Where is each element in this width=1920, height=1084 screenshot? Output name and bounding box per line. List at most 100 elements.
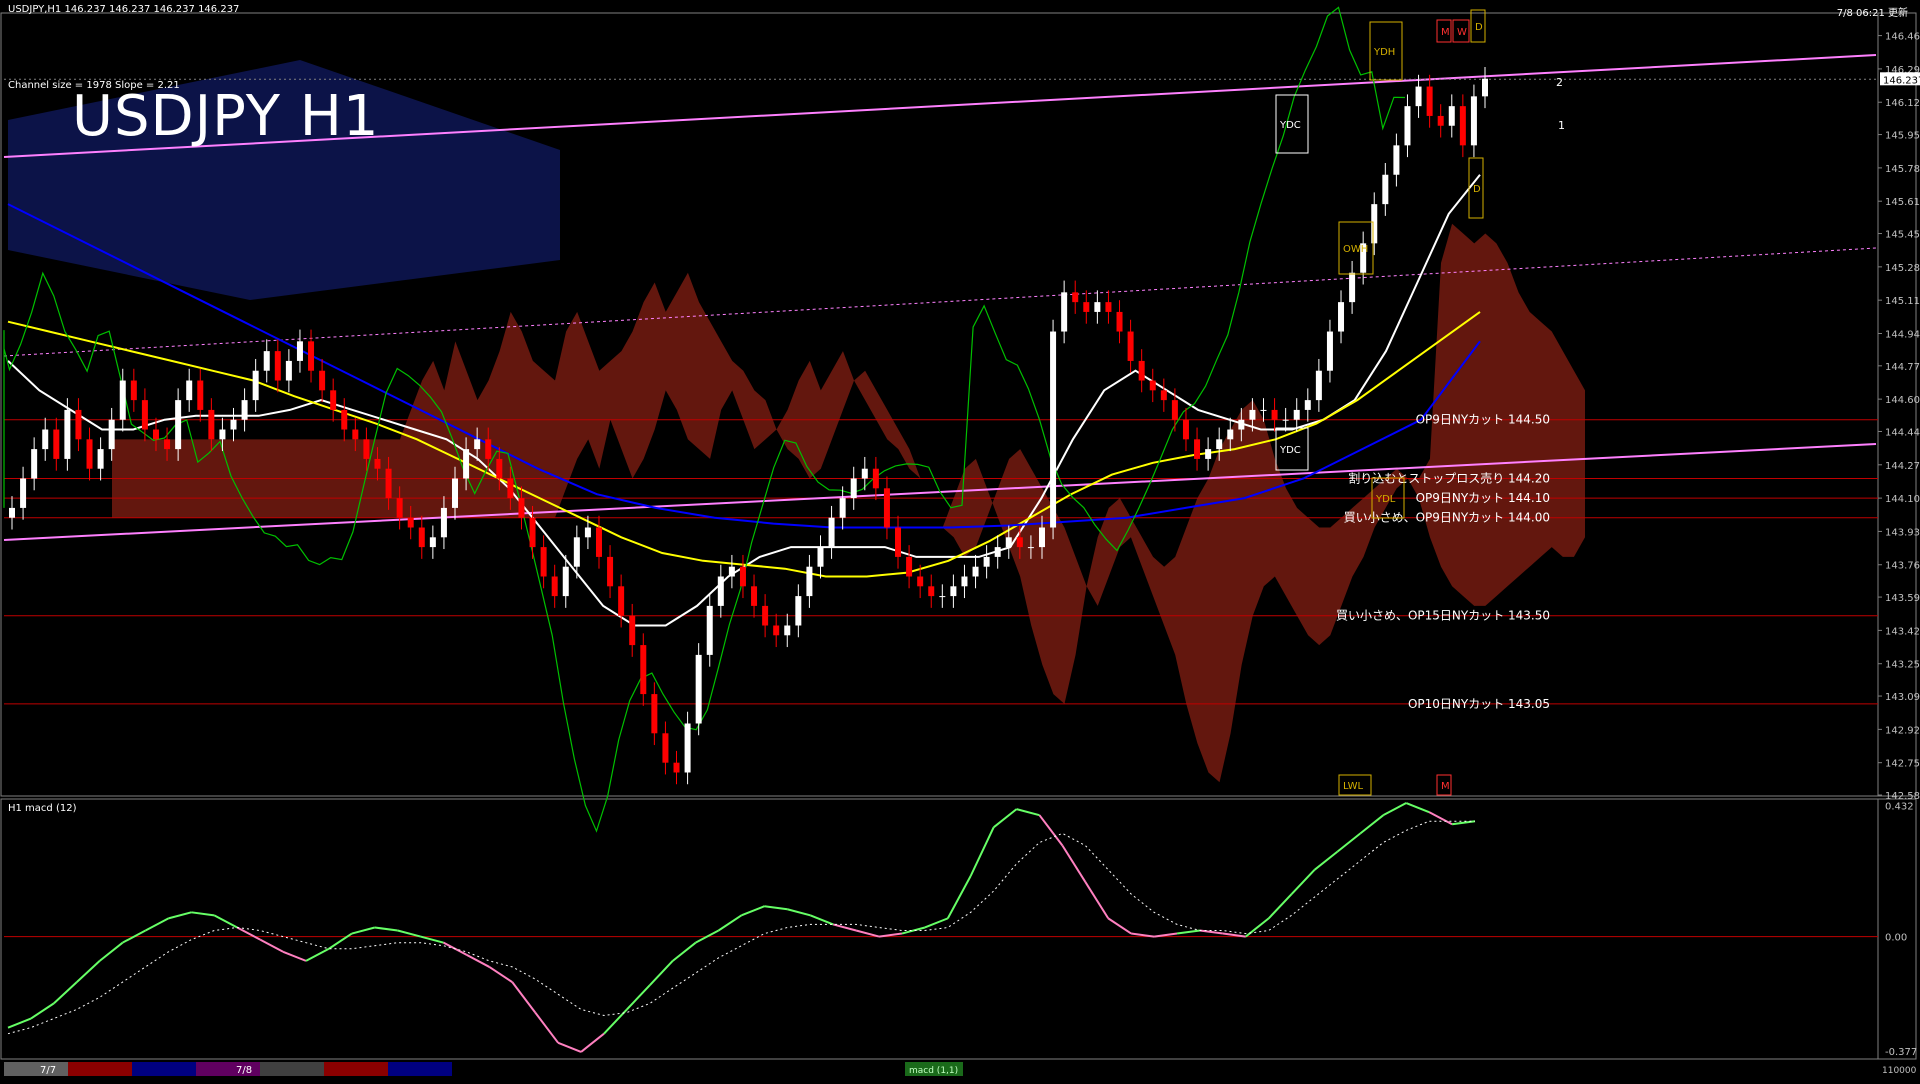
candle-body bbox=[440, 507, 447, 538]
price-tick-label: 144.940 bbox=[1885, 329, 1920, 340]
candle-body bbox=[928, 586, 935, 597]
candle-body bbox=[1072, 292, 1079, 303]
candle-body bbox=[1182, 419, 1189, 440]
current-price-label: 146.237 bbox=[1883, 75, 1920, 86]
candle-body bbox=[463, 449, 470, 479]
candle-body bbox=[1282, 419, 1289, 421]
candle-body bbox=[429, 537, 436, 548]
kumo-area bbox=[112, 223, 1585, 783]
price-tick-label: 142.750 bbox=[1885, 759, 1920, 770]
chart-canvas: 0.4320.00-0.377 146.460146.290146.120145… bbox=[0, 6, 1920, 1076]
candle-body bbox=[518, 498, 525, 518]
symbol-info: USDJPY,H1 146.237 146.237 146.237 146.23… bbox=[8, 4, 240, 15]
price-tick-label: 145.280 bbox=[1885, 263, 1920, 274]
chart-window: 0.4320.00-0.377 146.460146.290146.120145… bbox=[0, 0, 1920, 1080]
macd-panel-frame bbox=[0, 798, 1917, 1060]
candle-body bbox=[1094, 302, 1101, 312]
candle-body bbox=[1338, 302, 1345, 332]
macd-segment bbox=[374, 926, 398, 932]
candle-body bbox=[1027, 547, 1034, 549]
candle-body bbox=[1304, 400, 1311, 410]
price-tick-label: 145.450 bbox=[1885, 230, 1920, 241]
candle-body bbox=[396, 498, 403, 518]
candle-body bbox=[9, 507, 15, 518]
candle-body bbox=[1271, 409, 1278, 420]
candle-body bbox=[1127, 331, 1134, 361]
candle-body bbox=[629, 615, 636, 646]
candle-body bbox=[1194, 439, 1201, 459]
macd-segment bbox=[557, 1041, 582, 1053]
marker-label: YDC bbox=[1279, 120, 1301, 131]
candle-body bbox=[883, 488, 890, 528]
marker-label: D bbox=[1475, 22, 1483, 33]
candle-body bbox=[994, 547, 1001, 557]
macd-segment bbox=[832, 923, 857, 932]
period-separator-block bbox=[68, 1062, 132, 1076]
period-separator-block bbox=[132, 1062, 196, 1076]
candle-body bbox=[1437, 115, 1444, 126]
candle-body bbox=[296, 341, 303, 361]
macd-segment bbox=[397, 929, 421, 938]
candle-body bbox=[618, 586, 625, 616]
macd-panel: 0.432 0.00 -0.377 bbox=[4, 801, 1917, 1058]
macd-segment bbox=[1428, 811, 1453, 826]
candle-body bbox=[1227, 429, 1234, 440]
candle-body bbox=[1050, 331, 1057, 528]
candle-body bbox=[595, 527, 602, 557]
candle-body bbox=[562, 566, 569, 597]
macd-segment bbox=[1359, 814, 1384, 835]
candle-body bbox=[939, 596, 946, 598]
candle-body bbox=[263, 351, 270, 371]
candle-body bbox=[684, 723, 691, 773]
candle-body bbox=[1326, 331, 1333, 371]
price-tick-label: 145.110 bbox=[1885, 296, 1920, 307]
period-separator-block bbox=[324, 1062, 388, 1076]
macd-segment bbox=[1290, 869, 1316, 895]
macd-segment bbox=[741, 905, 765, 917]
candle-body bbox=[330, 390, 337, 410]
candle-body bbox=[485, 439, 492, 459]
macd-segment bbox=[1038, 814, 1064, 847]
candle-body bbox=[1415, 86, 1422, 107]
candle-body bbox=[1171, 400, 1178, 420]
price-axis: 146.460146.290146.120145.955145.785145.6… bbox=[1878, 32, 1920, 802]
macd-segment bbox=[1061, 844, 1087, 883]
macd-segment bbox=[213, 914, 238, 929]
candle-body bbox=[817, 547, 824, 567]
macd-segment bbox=[351, 926, 376, 935]
candle-body bbox=[795, 596, 802, 626]
price-tick-label: 145.785 bbox=[1885, 164, 1920, 175]
candle-body bbox=[452, 478, 459, 508]
macd-segment bbox=[855, 929, 880, 938]
candle-body bbox=[850, 478, 857, 499]
macd-segment bbox=[420, 935, 444, 944]
price-tick-label: 146.460 bbox=[1885, 32, 1920, 43]
macd-segment bbox=[511, 981, 537, 1014]
candle-body bbox=[695, 654, 702, 724]
price-tick-label: 144.100 bbox=[1885, 494, 1920, 505]
candle-body bbox=[551, 576, 558, 597]
candle-body bbox=[607, 556, 614, 587]
candle-body bbox=[1083, 302, 1090, 312]
price-tick-label: 142.585 bbox=[1885, 791, 1920, 802]
candle-body bbox=[496, 458, 503, 479]
macd-segment bbox=[969, 826, 995, 877]
candle-body bbox=[1061, 292, 1068, 332]
indicator-tag: macd (1,1) bbox=[909, 1066, 958, 1076]
period-separator-block bbox=[4, 1062, 68, 1076]
candle-body bbox=[828, 517, 835, 548]
macd-segment bbox=[718, 914, 743, 932]
candle-body bbox=[186, 380, 193, 401]
marker-label: W bbox=[1457, 27, 1467, 38]
candle-body bbox=[141, 400, 148, 430]
macd-segment bbox=[580, 1032, 605, 1053]
candle-body bbox=[1315, 370, 1322, 401]
candle-body bbox=[1016, 537, 1023, 548]
candle-body bbox=[1260, 409, 1267, 411]
candle-body bbox=[219, 429, 226, 440]
candle-body bbox=[1005, 537, 1012, 548]
candle-body bbox=[319, 370, 326, 391]
macd-tick-label: -0.377 bbox=[1885, 1047, 1917, 1058]
candle-body bbox=[352, 429, 359, 440]
marker-label: YDH bbox=[1373, 47, 1395, 58]
